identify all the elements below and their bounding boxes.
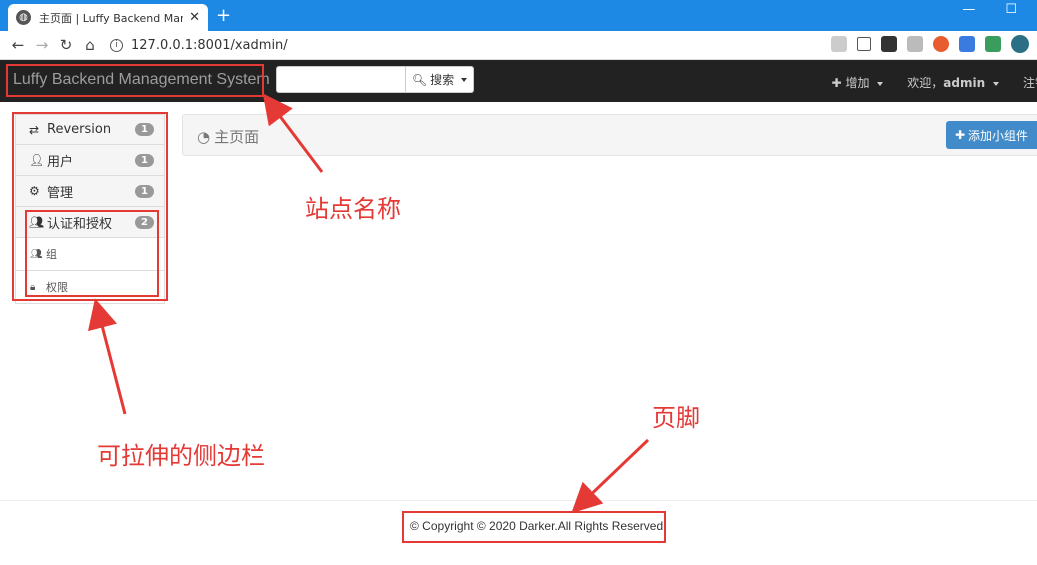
forward-icon[interactable]: → — [30, 36, 54, 54]
extension-blue-icon[interactable] — [959, 36, 975, 52]
chevron-down-icon — [461, 77, 468, 82]
welcome-text: 欢迎， — [907, 76, 944, 90]
home-icon[interactable]: ⌂ — [78, 36, 102, 54]
bookmark-star-icon[interactable] — [857, 37, 871, 51]
close-tab-icon[interactable]: ✕ — [189, 10, 200, 25]
logout-link[interactable]: 注销 — [1023, 74, 1037, 91]
page-title-text: 主页面 — [214, 128, 260, 146]
username: admin — [943, 76, 986, 90]
minimize-icon[interactable]: — — [962, 2, 975, 17]
maximize-icon[interactable]: ☐ — [1005, 2, 1017, 17]
globe-icon: ◍ — [16, 10, 31, 25]
annotation-sidebar: 可拉伸的侧边栏 — [97, 442, 265, 470]
search-input[interactable] — [276, 66, 406, 93]
extension-green-icon[interactable] — [985, 36, 1001, 52]
footer-divider — [0, 500, 1037, 501]
plus-icon: ✚ — [954, 128, 966, 142]
new-tab-button[interactable]: + — [216, 5, 231, 26]
window-controls: — ☐ — [962, 2, 1017, 17]
plus-icon: ✚ — [831, 76, 842, 90]
annotation-box-footer — [402, 511, 666, 543]
annotation-box-auth — [25, 210, 159, 297]
add-menu[interactable]: ✚ 增加 — [832, 74, 884, 91]
reader-icon[interactable] — [907, 36, 923, 52]
dashboard-icon: ◔ — [197, 127, 211, 146]
extension-icon[interactable] — [881, 36, 897, 52]
navbar-right: ✚ 增加 欢迎，admin 注销 — [832, 74, 1037, 91]
profile-avatar[interactable] — [1011, 35, 1029, 53]
add-widget-label: 添加小组件 — [968, 128, 1029, 143]
page-header: ◔ 主页面 — [182, 114, 1037, 156]
annotation-footer: 页脚 — [652, 404, 700, 432]
page-title: ◔ 主页面 — [197, 126, 259, 147]
translate-icon[interactable] — [831, 36, 847, 52]
site-info-icon[interactable]: i — [110, 38, 123, 52]
search-button-label: 搜索 — [430, 73, 455, 87]
annotation-site-name: 站点名称 — [305, 195, 401, 223]
arrow-to-footer — [571, 438, 650, 514]
browser-tab-bar: ◍ 主页面 | Luffy Backend Manage ✕ + — ☐ — [0, 0, 1037, 31]
browser-tab[interactable]: ◍ 主页面 | Luffy Backend Manage ✕ — [8, 4, 208, 31]
reload-icon[interactable]: ↻ — [54, 36, 78, 54]
extensions-area — [831, 35, 1029, 53]
search-button[interactable]: 🔍︎ 搜索 — [406, 66, 474, 93]
add-widget-button[interactable]: ✚ 添加小组件 — [946, 121, 1037, 149]
url-text: 127.0.0.1:8001/xadmin/ — [131, 37, 288, 53]
url-field[interactable]: i 127.0.0.1:8001/xadmin/ — [110, 38, 288, 53]
back-icon[interactable]: ← — [6, 36, 30, 54]
extension-red-icon[interactable] — [933, 36, 949, 52]
user-menu[interactable]: 欢迎，admin — [907, 74, 999, 91]
chevron-down-icon — [992, 81, 999, 86]
chevron-down-icon — [877, 81, 884, 86]
search-icon: 🔍︎ — [411, 72, 428, 87]
search-form: 🔍︎ 搜索 — [276, 66, 474, 93]
arrow-to-sidebar — [88, 298, 127, 415]
add-menu-label: 增加 — [845, 76, 870, 90]
annotation-box-brand — [6, 64, 264, 97]
tab-title: 主页面 | Luffy Backend Manage — [39, 11, 183, 25]
